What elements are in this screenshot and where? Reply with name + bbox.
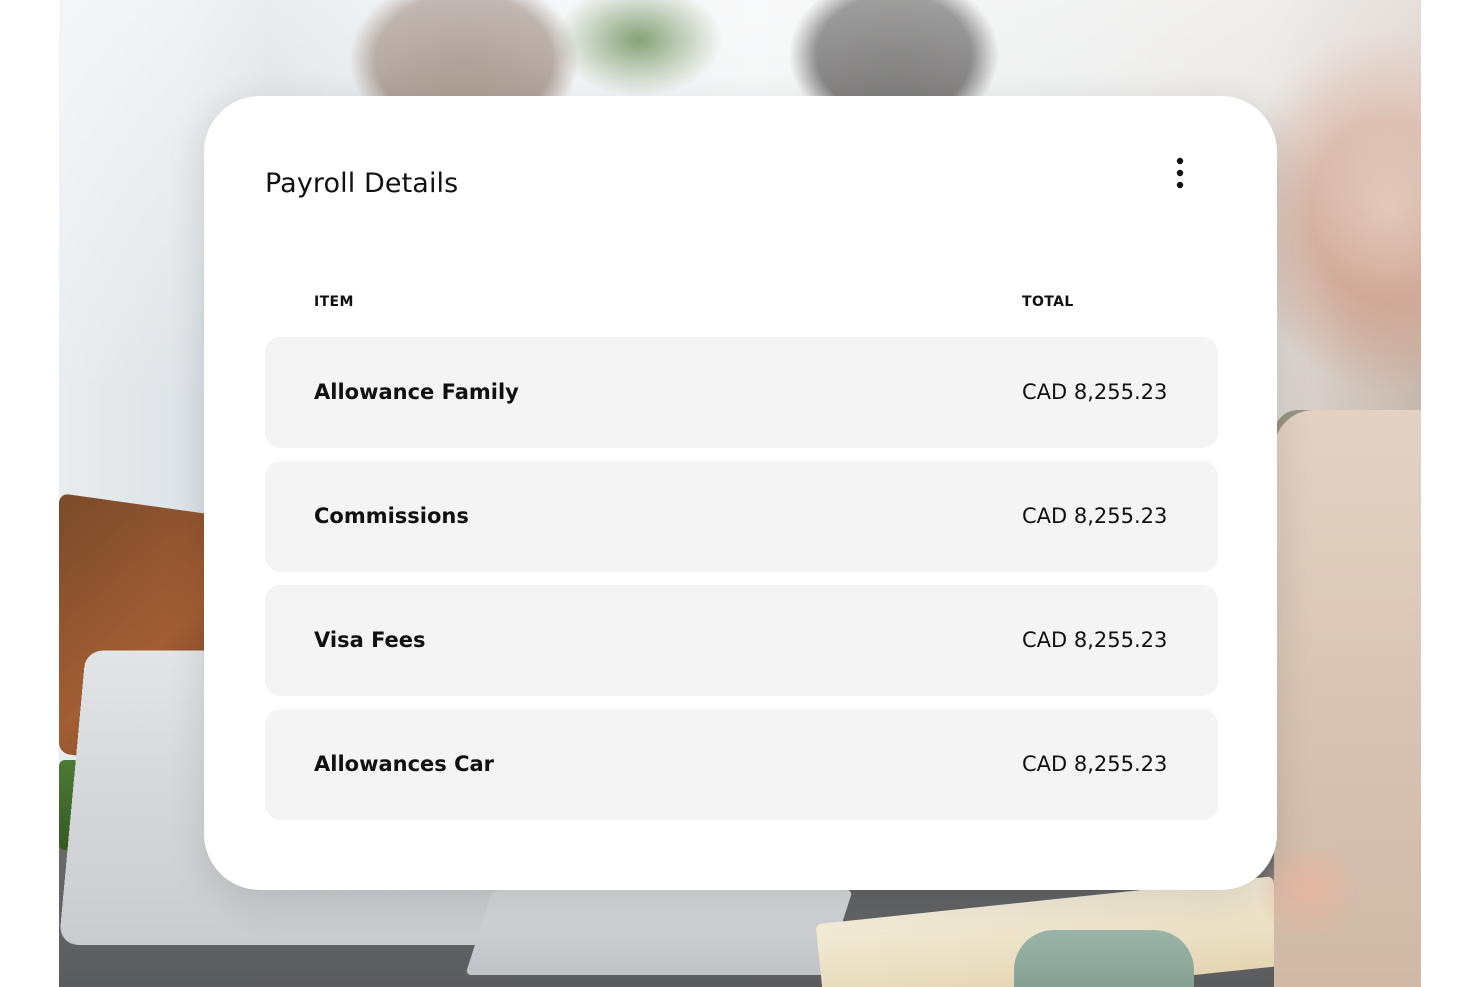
card-title: Payroll Details	[265, 168, 459, 199]
more-options-button[interactable]	[1162, 152, 1198, 194]
row-total-value: CAD 8,255.23	[1022, 380, 1168, 404]
row-item-label: Commissions	[314, 504, 469, 528]
mug	[1014, 930, 1194, 987]
row-total-value: CAD 8,255.23	[1022, 628, 1168, 652]
table-row[interactable]: Allowance Family CAD 8,255.23	[265, 337, 1218, 448]
column-header-total: TOTAL	[1022, 294, 1074, 310]
more-vertical-icon	[1176, 157, 1184, 189]
table-row[interactable]: Allowances Car CAD 8,255.23	[265, 709, 1218, 820]
row-total-value: CAD 8,255.23	[1022, 504, 1168, 528]
table-row[interactable]: Visa Fees CAD 8,255.23	[265, 585, 1218, 696]
row-item-label: Visa Fees	[314, 628, 426, 652]
payroll-table: Allowance Family CAD 8,255.23 Commission…	[265, 337, 1218, 833]
table-row[interactable]: Commissions CAD 8,255.23	[265, 461, 1218, 572]
column-header-item: ITEM	[314, 294, 354, 310]
row-item-label: Allowance Family	[314, 380, 519, 404]
laptop-keyboard	[465, 890, 853, 975]
row-total-value: CAD 8,255.23	[1022, 752, 1168, 776]
row-item-label: Allowances Car	[314, 752, 495, 776]
payroll-details-card: Payroll Details ITEM TOTAL Allowance Fam…	[204, 96, 1277, 890]
